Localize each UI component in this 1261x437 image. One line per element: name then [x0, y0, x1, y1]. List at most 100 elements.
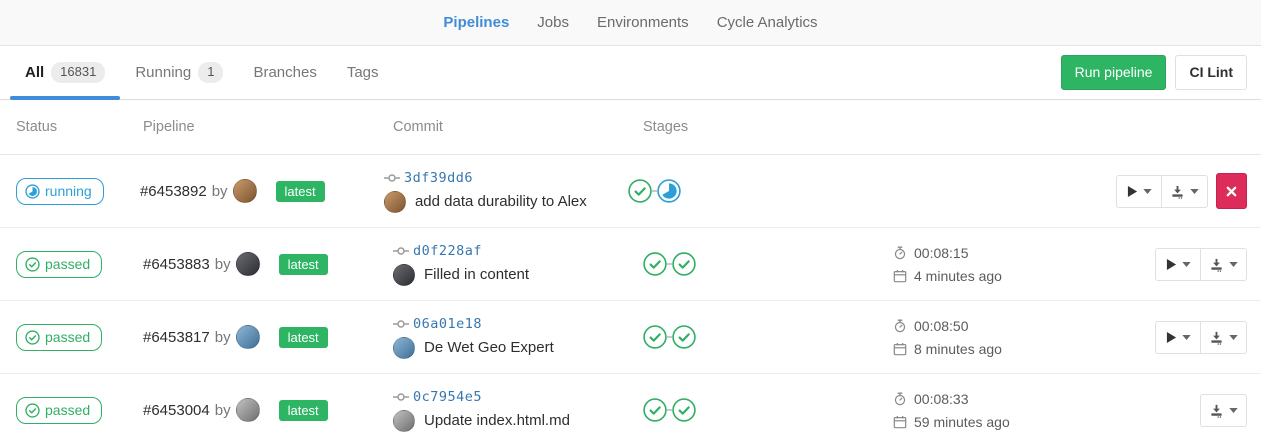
tab-actions: Run pipeline CI Lint	[1061, 46, 1247, 99]
commit-cell: 0c7954e5 Update index.html.md	[393, 389, 643, 432]
nav-environments[interactable]: Environments	[597, 14, 689, 31]
stages-cell	[643, 252, 893, 276]
actions-cell	[1143, 321, 1247, 354]
user-avatar[interactable]	[236, 398, 260, 422]
time-cell: 00:08:15 4 minutes ago	[893, 245, 1143, 284]
cancel-pipeline-button[interactable]	[1216, 173, 1247, 209]
status-badge-label: running	[45, 183, 92, 199]
download-icon	[1209, 257, 1224, 272]
commit-sha-link[interactable]: 06a01e18	[413, 316, 482, 332]
user-avatar[interactable]	[236, 325, 260, 349]
caret-down-icon	[1190, 189, 1199, 194]
stage-icon-passed[interactable]	[643, 252, 667, 276]
artifacts-dropdown-button[interactable]	[1200, 394, 1247, 427]
pipeline-finished-ago: 4 minutes ago	[914, 268, 1002, 284]
artifacts-dropdown-button[interactable]	[1201, 248, 1247, 281]
commit-cell: 3df39dd6 add data durability to Alex	[384, 170, 628, 213]
status-badge-label: passed	[45, 329, 90, 345]
user-avatar[interactable]	[236, 252, 260, 276]
by-label: by	[212, 183, 228, 200]
status-cell: passed	[16, 397, 143, 424]
commit-author-avatar[interactable]	[384, 191, 406, 213]
stage-icon-passed[interactable]	[643, 325, 667, 349]
status-badge-running[interactable]: running	[16, 178, 104, 205]
download-icon	[1209, 403, 1224, 418]
commit-sha-link[interactable]: 0c7954e5	[413, 389, 482, 405]
pipelines-tab-bar: All 16831 Running 1 Branches Tags Run pi…	[0, 46, 1261, 100]
tab-all-label: All	[25, 64, 44, 81]
commit-icon	[393, 243, 409, 259]
tab-running-label: Running	[135, 64, 191, 81]
stage-icon-running[interactable]	[657, 179, 681, 203]
artifacts-dropdown-button[interactable]	[1162, 175, 1208, 208]
status-badge-label: passed	[45, 402, 90, 418]
ci-lint-button[interactable]: CI Lint	[1175, 55, 1247, 90]
commit-icon	[384, 170, 400, 186]
pipeline-cell: #6453892 by latest	[140, 179, 384, 203]
user-avatar[interactable]	[233, 179, 257, 203]
header-commit: Commit	[393, 119, 643, 135]
pipeline-finished-ago: 8 minutes ago	[914, 341, 1002, 357]
stage-icon-passed[interactable]	[672, 398, 696, 422]
header-pipeline: Pipeline	[143, 119, 393, 135]
download-icon	[1209, 330, 1224, 345]
tab-branches[interactable]: Branches	[238, 46, 331, 99]
actions-cell	[1116, 173, 1247, 209]
commit-message-link[interactable]: Update index.html.md	[424, 412, 570, 429]
nav-cycle-analytics[interactable]: Cycle Analytics	[717, 14, 818, 31]
pipeline-id-link[interactable]: #6453892	[140, 183, 207, 200]
pipeline-duration: 00:08:15	[914, 245, 969, 261]
artifacts-dropdown-button[interactable]	[1201, 321, 1247, 354]
pipeline-finished-ago: 59 minutes ago	[914, 414, 1010, 430]
pipeline-cell: #6453004 by latest	[143, 398, 393, 422]
stage-icon-passed[interactable]	[672, 325, 696, 349]
stage-icon-passed[interactable]	[628, 179, 652, 203]
nav-jobs[interactable]: Jobs	[537, 14, 569, 31]
commit-sha-link[interactable]: d0f228af	[413, 243, 482, 259]
status-badge-passed[interactable]: passed	[16, 324, 102, 351]
calendar-icon	[893, 415, 907, 429]
pipeline-id-link[interactable]: #6453883	[143, 256, 210, 273]
commit-message-link[interactable]: Filled in content	[424, 266, 529, 283]
download-icon	[1170, 184, 1185, 199]
commit-author-avatar[interactable]	[393, 410, 415, 432]
time-cell: 00:08:50 8 minutes ago	[893, 318, 1143, 357]
manual-actions-dropdown-button[interactable]	[1155, 321, 1201, 354]
pipeline-row: passed #6453883 by latest d0f228af Fille…	[0, 228, 1261, 301]
tab-tags-label: Tags	[347, 64, 379, 81]
stage-icon-passed[interactable]	[643, 398, 667, 422]
tab-running[interactable]: Running 1	[120, 46, 238, 99]
manual-actions-dropdown-button[interactable]	[1116, 175, 1162, 208]
commit-author-avatar[interactable]	[393, 337, 415, 359]
stage-icon-passed[interactable]	[672, 252, 696, 276]
tab-tags[interactable]: Tags	[332, 46, 394, 99]
pipeline-id-link[interactable]: #6453004	[143, 402, 210, 419]
commit-message-link[interactable]: De Wet Geo Expert	[424, 339, 554, 356]
caret-down-icon	[1229, 408, 1238, 413]
by-label: by	[215, 402, 231, 419]
tab-all[interactable]: All 16831	[10, 46, 120, 99]
close-icon	[1226, 186, 1237, 197]
passed-icon	[25, 403, 40, 418]
by-label: by	[215, 329, 231, 346]
running-icon	[25, 184, 40, 199]
stages-cell	[628, 179, 872, 203]
timer-icon	[893, 246, 907, 260]
run-pipeline-button[interactable]: Run pipeline	[1061, 55, 1167, 90]
nav-pipelines[interactable]: Pipelines	[443, 14, 509, 31]
scope-tabs: All 16831 Running 1 Branches Tags	[10, 46, 394, 99]
pipeline-duration: 00:08:50	[914, 318, 969, 334]
commit-sha-link[interactable]: 3df39dd6	[404, 170, 473, 186]
commit-author-avatar[interactable]	[393, 264, 415, 286]
play-icon	[1166, 331, 1177, 344]
caret-down-icon	[1182, 335, 1191, 340]
pipeline-duration: 00:08:33	[914, 391, 969, 407]
commit-cell: 06a01e18 De Wet Geo Expert	[393, 316, 643, 359]
pipeline-row: passed #6453004 by latest 0c7954e5 Updat…	[0, 374, 1261, 437]
commit-message-link[interactable]: add data durability to Alex	[415, 193, 587, 210]
latest-badge: latest	[279, 254, 328, 275]
manual-actions-dropdown-button[interactable]	[1155, 248, 1201, 281]
status-badge-passed[interactable]: passed	[16, 251, 102, 278]
pipeline-id-link[interactable]: #6453817	[143, 329, 210, 346]
status-badge-passed[interactable]: passed	[16, 397, 102, 424]
